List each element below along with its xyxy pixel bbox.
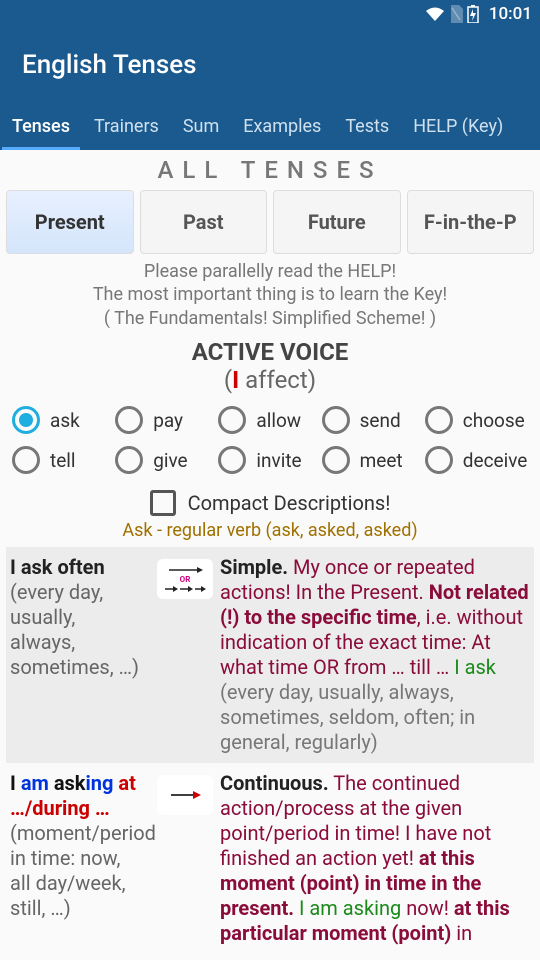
compact-toggle[interactable]: Compact Descriptions!	[6, 490, 534, 516]
app-title: English Tenses	[22, 50, 197, 80]
verb-meet[interactable]: meet	[322, 446, 425, 474]
radio-icon	[322, 446, 350, 474]
row-right: Simple. My once or repeated actions! In …	[220, 555, 530, 755]
tab-tests[interactable]: Tests	[333, 102, 401, 150]
app-bar: English Tenses	[0, 28, 540, 102]
checkbox-icon	[150, 490, 176, 516]
verb-choose[interactable]: choose	[425, 406, 528, 434]
verb-pay[interactable]: pay	[115, 406, 218, 434]
chip-future[interactable]: Future	[273, 190, 401, 254]
radio-icon	[12, 406, 40, 434]
verb-invite[interactable]: invite	[218, 446, 321, 474]
tab-bar: Tenses Trainers Sum Examples Tests HELP …	[0, 102, 540, 150]
help-text: Please parallelly read the HELP! The mos…	[6, 260, 534, 330]
row-left: I am asking at …/during … (moment/period…	[10, 771, 150, 946]
radio-icon	[425, 406, 453, 434]
radio-icon	[115, 406, 143, 434]
radio-icon	[115, 446, 143, 474]
verb-give[interactable]: give	[115, 446, 218, 474]
verb-deceive[interactable]: deceive	[425, 446, 528, 474]
status-bar: 10:01	[0, 0, 540, 28]
radio-icon	[425, 446, 453, 474]
radio-icon	[218, 446, 246, 474]
verb-info: Ask - regular verb (ask, asked, asked)	[6, 520, 534, 541]
chip-finthep[interactable]: F-in-the-P	[407, 190, 535, 254]
sim-icon	[449, 5, 463, 23]
tense-chip-row: Present Past Future F-in-the-P	[6, 190, 534, 254]
radio-icon	[322, 406, 350, 434]
radio-icon	[218, 406, 246, 434]
radio-icon	[12, 446, 40, 474]
voice-subtitle: (I affect)	[6, 366, 534, 394]
chip-present[interactable]: Present	[6, 190, 134, 254]
verb-allow[interactable]: allow	[218, 406, 321, 434]
row-right: Continuous. The continued action/process…	[220, 771, 530, 946]
tab-help[interactable]: HELP (Key)	[401, 102, 515, 150]
tab-examples[interactable]: Examples	[231, 102, 333, 150]
tense-row-simple[interactable]: I ask often (every day, usually, always,…	[6, 547, 534, 763]
continuous-arrow-icon	[157, 775, 213, 815]
section-heading: ALL TENSES	[6, 156, 534, 184]
wifi-icon	[425, 6, 445, 22]
simple-arrows-icon: OR	[157, 559, 213, 599]
tense-row-continuous[interactable]: I am asking at …/during … (moment/period…	[6, 763, 534, 954]
compact-label: Compact Descriptions!	[188, 491, 391, 515]
battery-icon	[467, 5, 479, 23]
verb-send[interactable]: send	[322, 406, 425, 434]
verb-tell[interactable]: tell	[12, 446, 115, 474]
row-icon-col: OR	[150, 555, 220, 755]
verb-ask[interactable]: ask	[12, 406, 115, 434]
tab-tenses[interactable]: Tenses	[0, 102, 82, 150]
row-icon-col	[150, 771, 220, 946]
voice-heading: ACTIVE VOICE	[6, 338, 534, 366]
chip-past[interactable]: Past	[140, 190, 268, 254]
row-left: I ask often (every day, usually, always,…	[10, 555, 150, 755]
tab-sum[interactable]: Sum	[171, 102, 231, 150]
verb-radio-grid: ask pay allow send choose tell give invi…	[6, 394, 534, 484]
svg-text:OR: OR	[180, 575, 191, 584]
content: ALL TENSES Present Past Future F-in-the-…	[0, 150, 540, 954]
status-time: 10:01	[489, 4, 532, 24]
tab-trainers[interactable]: Trainers	[82, 102, 171, 150]
